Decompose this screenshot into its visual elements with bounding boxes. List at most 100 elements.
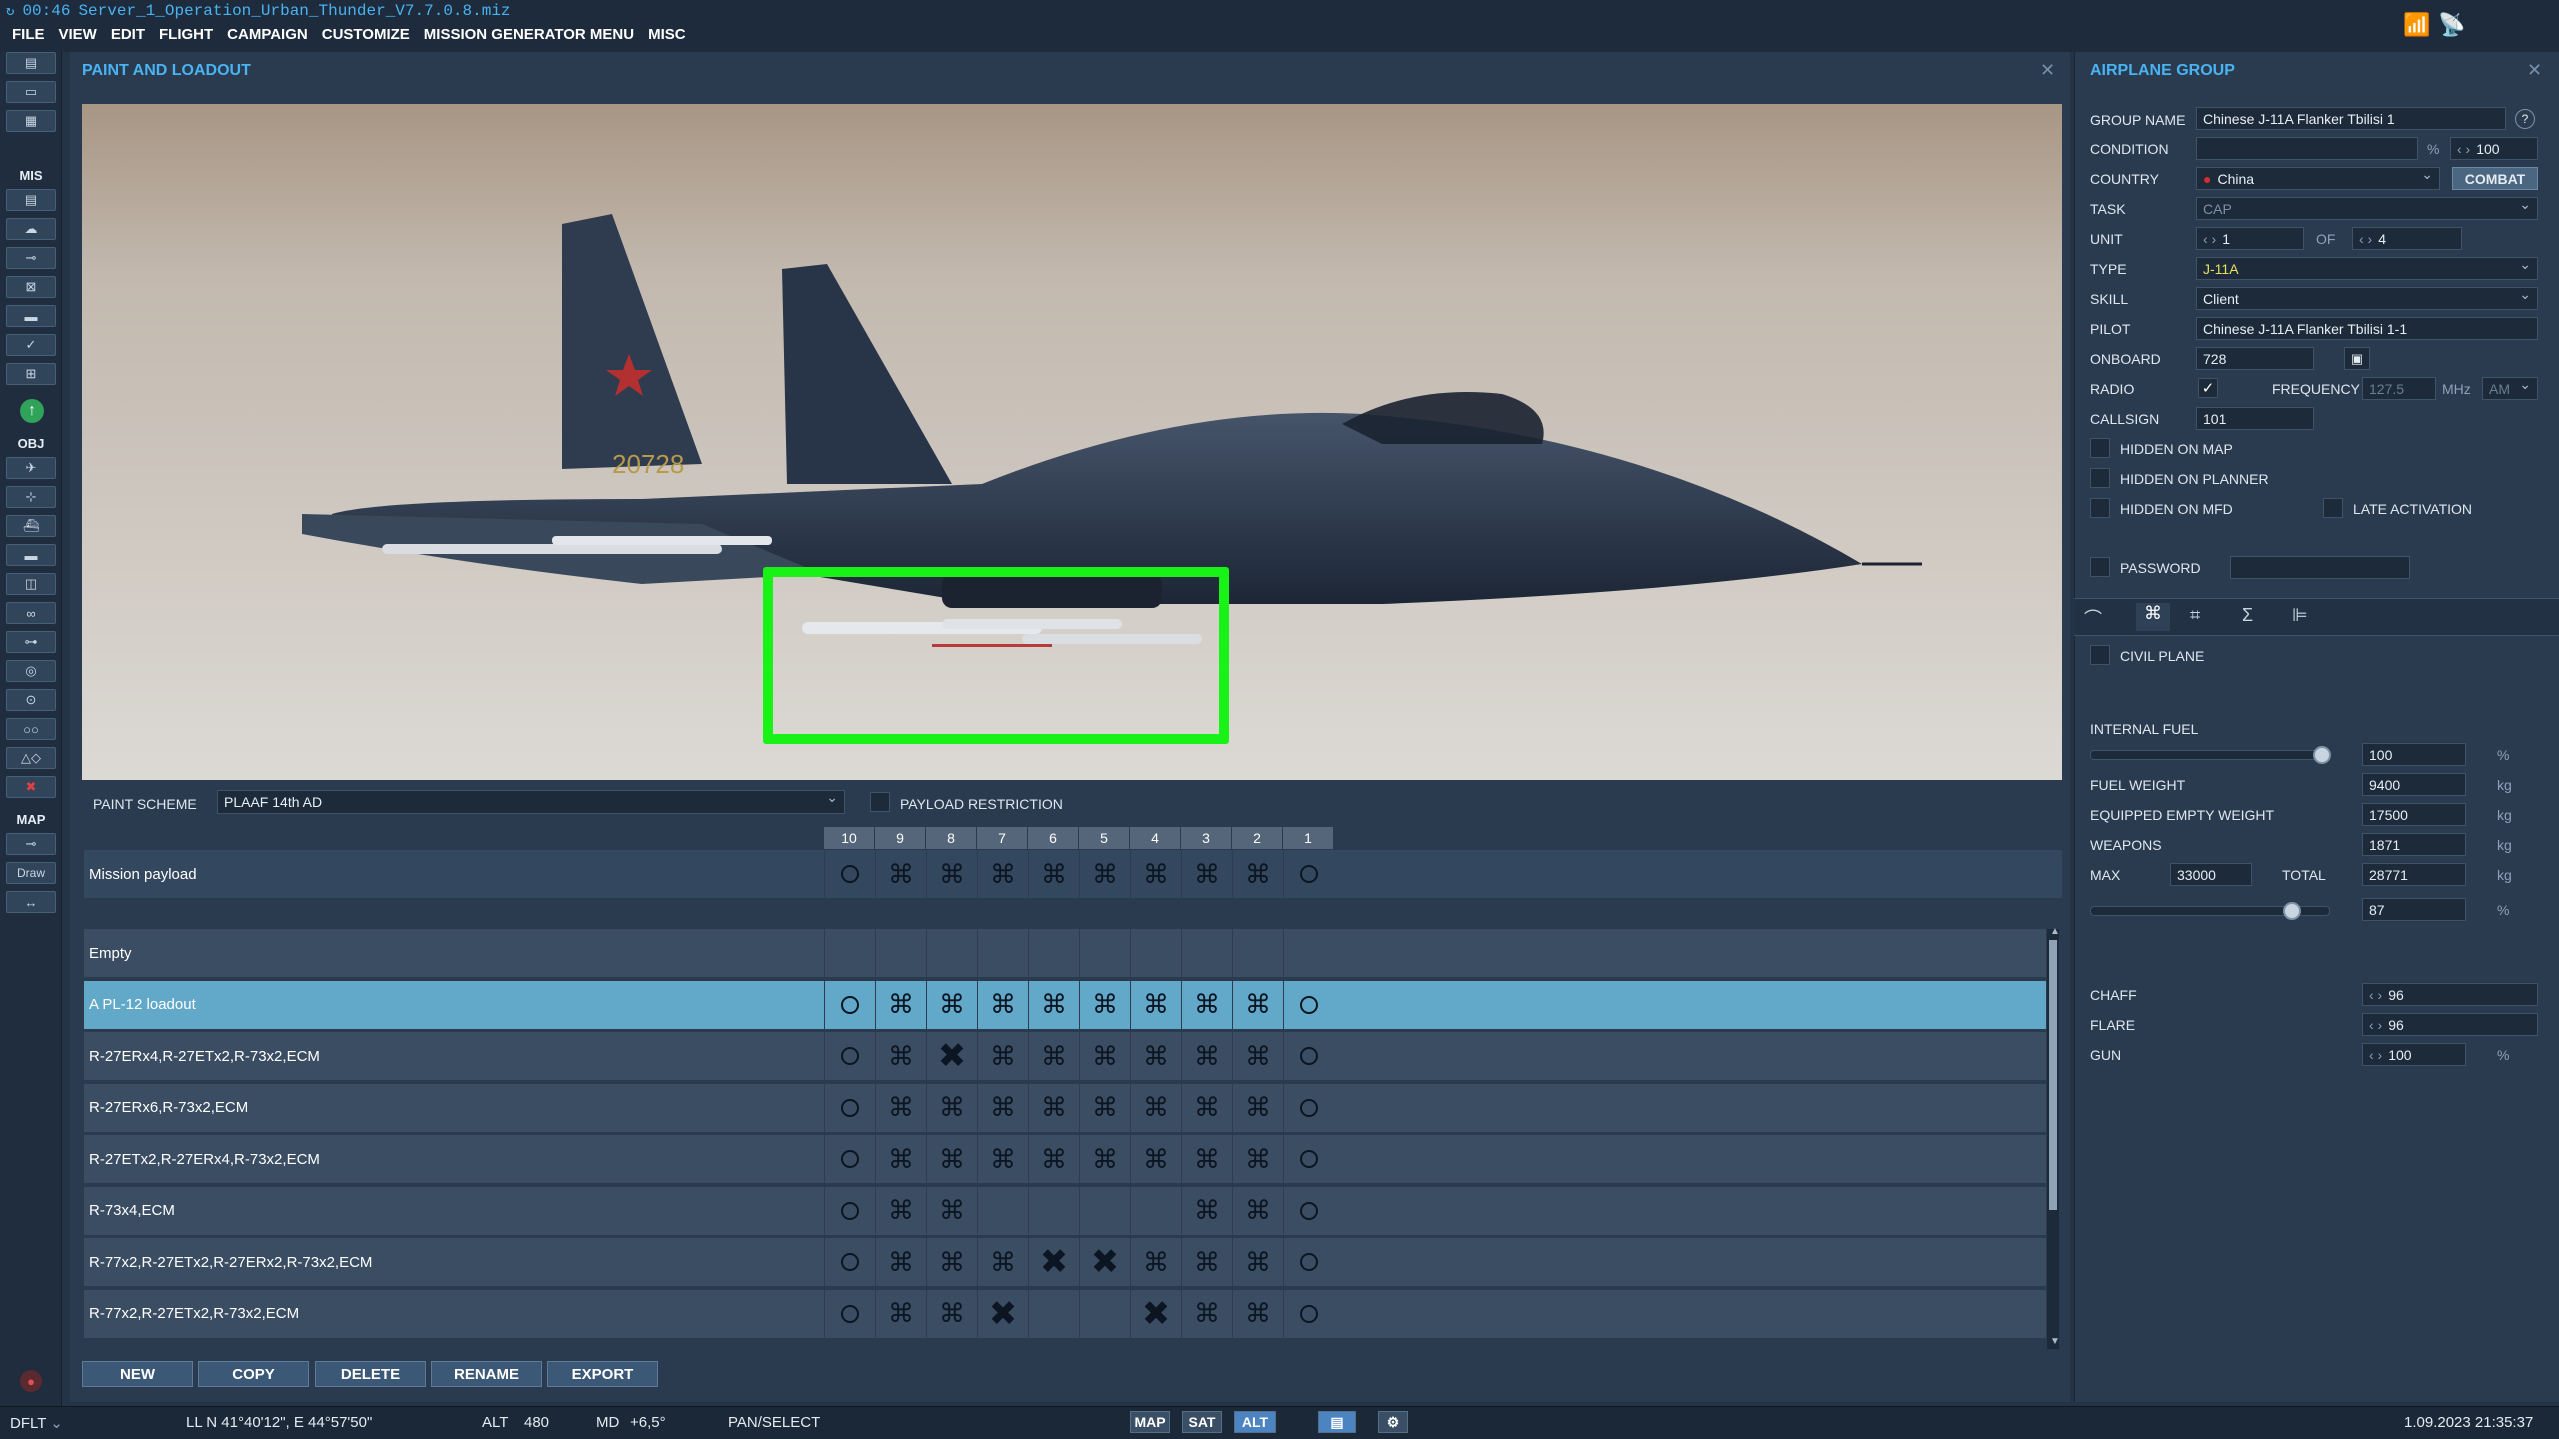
station-weapon-slot[interactable]: ⌘ (926, 1083, 977, 1132)
station-empty-slot[interactable] (1283, 1238, 1334, 1286)
modulation-select[interactable]: AM (2482, 376, 2538, 400)
group-name-input[interactable]: Chinese J-11A Flanker Tbilisi 1 (2196, 107, 2506, 130)
record-icon[interactable]: ● (20, 1370, 42, 1392)
max-input[interactable]: 33000 (2170, 863, 2252, 886)
station-empty-slot[interactable] (1283, 1083, 1334, 1132)
station-weapon-slot[interactable]: ⌘ (1232, 1083, 1283, 1132)
trigger-icon[interactable]: ⊠ (6, 276, 56, 298)
new-button[interactable]: NEW (82, 1361, 193, 1387)
combat-button[interactable]: COMBAT (2452, 167, 2538, 190)
helicopter-icon[interactable]: ⊹ (6, 486, 56, 508)
station-weapon-slot[interactable]: ⌘ (875, 1135, 926, 1183)
ruler-icon[interactable]: ⊸ (6, 833, 56, 855)
waypoint-icon[interactable]: ⊶ (6, 631, 56, 653)
station-empty-slot[interactable] (1283, 1186, 1334, 1235)
station-blank[interactable] (1028, 929, 1079, 977)
station-weapon-slot[interactable]: ⌘ (1079, 1032, 1130, 1080)
onboard-numbers-icon[interactable]: ▣ (2344, 347, 2370, 370)
station-weapon-slot[interactable]: ⌘ (1130, 1083, 1181, 1132)
weather-icon[interactable]: ☁ (6, 218, 56, 240)
station-weapon-slot[interactable]: ⌘ (875, 850, 926, 898)
station-blank[interactable] (824, 929, 875, 977)
total-input[interactable]: 28771 (2362, 863, 2466, 886)
station-weapon-slot[interactable]: ⌘ (1181, 1032, 1232, 1080)
station-empty-slot[interactable] (824, 980, 875, 1029)
type-select[interactable]: J-11A (2196, 256, 2538, 280)
station-weapon-slot[interactable]: ✖ (977, 1289, 1028, 1338)
empty-weight-input[interactable]: 17500 (2362, 803, 2466, 826)
route-icon[interactable]: ⊸ (6, 247, 56, 269)
station-blank[interactable] (1181, 929, 1232, 977)
profile-select[interactable]: DFLT ⌄ (10, 1414, 63, 1432)
station-empty-slot[interactable] (1283, 850, 1334, 898)
loadout-row[interactable]: R-27ERx4,R-27ETx2,R-73x2,ECM ⌘ ✖ ⌘ ⌘ ⌘ ⌘ ⌘ ⌘ (84, 1032, 2046, 1082)
arrow-up-icon[interactable]: ↑ (20, 399, 44, 423)
station-weapon-slot[interactable]: ⌘ (1130, 980, 1181, 1029)
map-button[interactable]: MAP (1130, 1411, 1170, 1433)
settings-icon[interactable]: ⚙ (1378, 1411, 1408, 1433)
loadout-row[interactable]: R-77x2,R-27ETx2,R-27ERx2,R-73x2,ECM ⌘ ⌘ ⌘ ✖ ✖… (84, 1238, 2046, 1288)
measure-icon[interactable]: ↔ (6, 891, 56, 913)
condition-field[interactable] (2196, 137, 2418, 160)
payload-restriction-checkbox[interactable] (870, 792, 890, 812)
menu-edit[interactable]: EDIT (111, 26, 145, 43)
station-weapon-slot[interactable]: ⌘ (1232, 850, 1283, 898)
alt-button[interactable]: ALT (1234, 1411, 1276, 1433)
condition-spinner[interactable]: ‹ › 100 (2450, 137, 2538, 160)
tab-failures-icon[interactable]: ⊫ (2292, 605, 2308, 626)
hidden-on-planner-checkbox[interactable] (2090, 468, 2110, 488)
station-weapon-slot[interactable]: ⌘ (926, 1135, 977, 1183)
vehicle-icon[interactable]: ▬ (6, 544, 56, 566)
hidden-on-map-checkbox[interactable] (2090, 438, 2110, 458)
station-blank[interactable] (1079, 1289, 1130, 1338)
station-weapon-slot[interactable]: ⌘ (1181, 850, 1232, 898)
delete-icon[interactable]: ✖ (6, 776, 56, 798)
station-blank[interactable] (1130, 1186, 1181, 1235)
load-pct-input[interactable]: 87 (2362, 898, 2466, 921)
group-close-icon[interactable]: ✕ (2527, 60, 2542, 81)
station-weapon-slot[interactable]: ⌘ (1028, 980, 1079, 1029)
menu-mission-generator[interactable]: MISSION GENERATOR MENU (424, 26, 634, 43)
station-empty-slot[interactable] (824, 1032, 875, 1080)
tab-triggered-icon[interactable]: ⌗ (2190, 605, 2200, 626)
station-weapon-slot[interactable]: ⌘ (1130, 850, 1181, 898)
station-weapon-slot[interactable]: ⌘ (926, 1238, 977, 1286)
menu-campaign[interactable]: CAMPAIGN (227, 26, 308, 43)
station-weapon-slot[interactable]: ⌘ (1130, 1238, 1181, 1286)
formation-icon[interactable]: ○○ (6, 718, 56, 740)
station-blank[interactable] (977, 929, 1028, 977)
late-activation-checkbox[interactable] (2323, 498, 2343, 518)
save-icon[interactable]: ▤ (6, 52, 56, 74)
chaff-spinner[interactable]: ‹ › 96 (2362, 983, 2538, 1006)
station-weapon-slot[interactable]: ⌘ (875, 1186, 926, 1235)
tab-route-icon[interactable]: ⌒ (2084, 605, 2102, 631)
export-button[interactable]: EXPORT (547, 1361, 658, 1387)
pilot-input[interactable]: Chinese J-11A Flanker Tbilisi 1-1 (2196, 317, 2538, 340)
station-weapon-slot[interactable]: ⌘ (1232, 1135, 1283, 1183)
menu-misc[interactable]: MISC (648, 26, 686, 43)
scroll-up-icon[interactable]: ▲ (2050, 926, 2060, 937)
menu-customize[interactable]: CUSTOMIZE (322, 26, 410, 43)
menu-view[interactable]: VIEW (59, 26, 97, 43)
loadout-row[interactable]: R-27ETx2,R-27ERx4,R-73x2,ECM ⌘ ⌘ ⌘ ⌘ ⌘ ⌘ ⌘ ⌘ (84, 1135, 2046, 1185)
weapons-input[interactable]: 1871 (2362, 833, 2466, 856)
menu-flight[interactable]: FLIGHT (159, 26, 213, 43)
station-weapon-slot[interactable]: ⌘ (1181, 980, 1232, 1029)
station-empty-slot[interactable] (1283, 1289, 1334, 1338)
skill-select[interactable]: Client (2196, 286, 2538, 310)
tab-summary-icon[interactable]: Σ (2242, 605, 2253, 626)
hidden-on-mfd-checkbox[interactable] (2090, 498, 2110, 518)
fuel-slider[interactable] (2090, 750, 2330, 760)
station-weapon-slot[interactable]: ✖ (1079, 1238, 1130, 1286)
station-weapon-slot[interactable]: ⌘ (1079, 1135, 1130, 1183)
station-blank[interactable] (977, 1186, 1028, 1235)
fuel-weight-input[interactable]: 9400 (2362, 773, 2466, 796)
station-weapon-slot[interactable]: ⌘ (875, 980, 926, 1029)
callsign-input[interactable]: 101 (2196, 407, 2314, 430)
station-weapon-slot[interactable]: ⌘ (977, 850, 1028, 898)
station-empty-slot[interactable] (824, 850, 875, 898)
station-weapon-slot[interactable]: ⌘ (1079, 980, 1130, 1029)
station-empty-slot[interactable] (824, 1135, 875, 1183)
station-weapon-slot[interactable]: ⌘ (1232, 1186, 1283, 1235)
station-weapon-slot[interactable]: ⌘ (1232, 1289, 1283, 1338)
